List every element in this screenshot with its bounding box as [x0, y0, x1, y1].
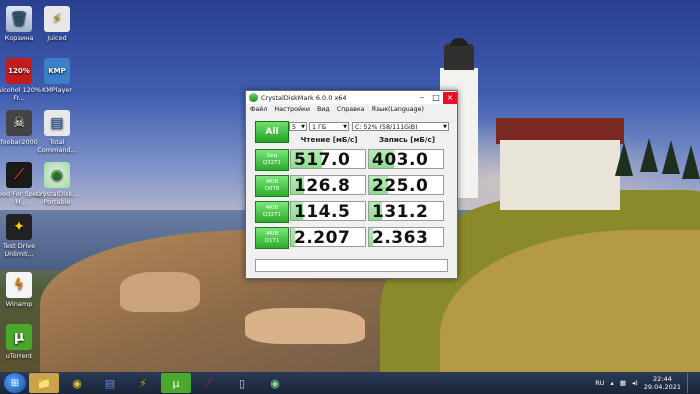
desktop-icon-utorrent[interactable]: µ uTorrent: [0, 324, 46, 360]
lighthouse-lamp: [444, 44, 474, 70]
test-label-queue: Q8T8: [264, 186, 280, 192]
write-result-cell: 131.2: [368, 201, 444, 221]
write-header: Запись [мБ/с]: [378, 135, 436, 144]
write-value: 131.2: [372, 202, 429, 221]
phone-icon[interactable]: ▯: [227, 373, 257, 393]
maximize-button[interactable]: □: [429, 92, 443, 104]
network-icon[interactable]: ▦: [620, 379, 626, 387]
close-button[interactable]: ×: [443, 91, 457, 104]
write-result-cell: 2.363: [368, 227, 444, 247]
menu-bar: Файл Настройки Вид Справка Язык(Language…: [246, 104, 457, 114]
total-commander-icon: ▤: [44, 110, 70, 136]
recycle-bin-icon: 🗑: [6, 6, 32, 32]
menu-view[interactable]: Вид: [317, 106, 330, 113]
tree: [615, 142, 633, 176]
write-result-cell: 403.0: [368, 149, 444, 169]
clock[interactable]: 22:44 29.04.2021: [644, 375, 681, 391]
test-label-queue: Q32T1: [262, 160, 282, 166]
size-select[interactable]: 1 ГБ ▼: [309, 122, 349, 131]
window-title: CrystalDiskMark 6.0.0 x64: [261, 93, 347, 102]
utorrent-icon[interactable]: µ: [161, 373, 191, 393]
taskbar: ⊞ 📁 ◉ ▤ ⚡ µ ⟋ ▯ ◉ RU ▴ ▦ ◂) 22:44 29.04.…: [0, 372, 700, 394]
chevron-down-icon: ▼: [443, 124, 447, 130]
test-button[interactable]: 4KiB Q8T8: [255, 175, 289, 197]
nfs-icon: ⟋: [6, 162, 32, 188]
totalcmd-icon[interactable]: ▤: [95, 373, 125, 393]
write-value: 225.0: [372, 176, 429, 195]
drive-select[interactable]: C: 52% (58/111GiB) ▼: [352, 122, 449, 131]
menu-file[interactable]: Файл: [250, 106, 267, 113]
runs-select[interactable]: 5 ▼: [289, 122, 307, 131]
lighthouse-cap: [450, 38, 468, 46]
read-result-cell: 126.8: [290, 175, 366, 195]
read-value: 2.207: [294, 228, 351, 247]
read-value: 114.5: [294, 202, 351, 221]
test-label-queue: Q32T1: [262, 212, 282, 218]
tray-arrow-icon[interactable]: ▴: [611, 379, 614, 387]
test-label-queue: Q1T1: [264, 238, 280, 244]
kmplayer-icon: KMP: [44, 58, 70, 84]
desktop-icon-crystaldiskmark[interactable]: ◉ CrystalDisk... Portable: [30, 162, 84, 206]
test-button[interactable]: Seq Q32T1: [255, 149, 289, 171]
foobar-icon: ☠: [6, 110, 32, 136]
all-button[interactable]: All: [255, 121, 289, 143]
read-value: 126.8: [294, 176, 351, 195]
chevron-down-icon: ▼: [301, 124, 305, 130]
menu-settings[interactable]: Настройки: [274, 106, 310, 113]
read-result-cell: 517.0: [290, 149, 366, 169]
tree: [662, 140, 680, 174]
read-value: 517.0: [294, 150, 351, 169]
start-button[interactable]: ⊞: [4, 373, 26, 393]
test-label-block: Seq: [266, 153, 278, 159]
title-bar[interactable]: CrystalDiskMark 6.0.0 x64 – □ ×: [246, 91, 457, 104]
test-button[interactable]: 4KiB Q1T1: [255, 227, 289, 249]
volume-icon[interactable]: ◂): [632, 379, 638, 387]
app-icon: [249, 93, 258, 102]
read-header: Чтение [мБ/с]: [300, 135, 358, 144]
test-label-block: 4KiB: [265, 231, 279, 237]
tree: [682, 145, 700, 179]
alcohol-icon: 120%: [6, 58, 32, 84]
desktop-icon-juiced[interactable]: ⚡ Juiced: [30, 6, 84, 42]
juiced-icon[interactable]: ⚡: [128, 373, 158, 393]
desktop-icon-test-drive[interactable]: ✦ Test Drive Unlimit...: [0, 214, 46, 258]
desktop-icon-kmplayer[interactable]: KMP KMPlayer: [30, 58, 84, 94]
write-value: 403.0: [372, 150, 429, 169]
crystaldiskmark-icon: ◉: [44, 162, 70, 188]
test-label-block: 4KiB: [265, 205, 279, 211]
read-result-cell: 2.207: [290, 227, 366, 247]
explorer-icon[interactable]: 📁: [29, 373, 59, 393]
chevron-down-icon: ▼: [343, 124, 347, 130]
desktop-icon-total-commander[interactable]: ▤ Total Command...: [30, 110, 84, 154]
write-result-cell: 225.0: [368, 175, 444, 195]
clock-date: 29.04.2021: [643, 383, 681, 391]
desktop-wallpaper: 🗑 Корзина ⚡ Juiced 120% Alcohol 120% Fr.…: [0, 0, 700, 372]
minimize-button[interactable]: –: [415, 92, 429, 104]
desktop-icon-winamp[interactable]: ϟ Winamp: [0, 272, 46, 308]
test-label-block: 4KiB: [265, 179, 279, 185]
rock: [245, 308, 365, 344]
test-button[interactable]: 4KiB Q32T1: [255, 201, 289, 223]
clock-time: 22:44: [653, 375, 672, 383]
rock: [120, 272, 200, 312]
crystaldiskmark-window[interactable]: CrystalDiskMark 6.0.0 x64 – □ × Файл Нас…: [245, 90, 458, 279]
write-value: 2.363: [372, 228, 429, 247]
tree: [640, 138, 658, 172]
show-desktop-button[interactable]: [687, 373, 696, 393]
language-indicator[interactable]: RU: [595, 379, 604, 387]
menu-help[interactable]: Справка: [337, 106, 365, 113]
winamp-icon: ϟ: [6, 272, 32, 298]
chrome-icon[interactable]: ◉: [62, 373, 92, 393]
system-tray: RU ▴ ▦ ◂) 22:44 29.04.2021: [595, 372, 696, 394]
read-result-cell: 114.5: [290, 201, 366, 221]
comment-field[interactable]: [255, 259, 448, 272]
crystaldiskmark-icon[interactable]: ◉: [260, 373, 290, 393]
utorrent-icon: µ: [6, 324, 32, 350]
juiced-icon: ⚡: [44, 6, 70, 32]
house: [500, 140, 620, 210]
nfs-icon[interactable]: ⟋: [194, 373, 224, 393]
test-drive-icon: ✦: [6, 214, 32, 240]
menu-language[interactable]: Язык(Language): [372, 106, 425, 113]
